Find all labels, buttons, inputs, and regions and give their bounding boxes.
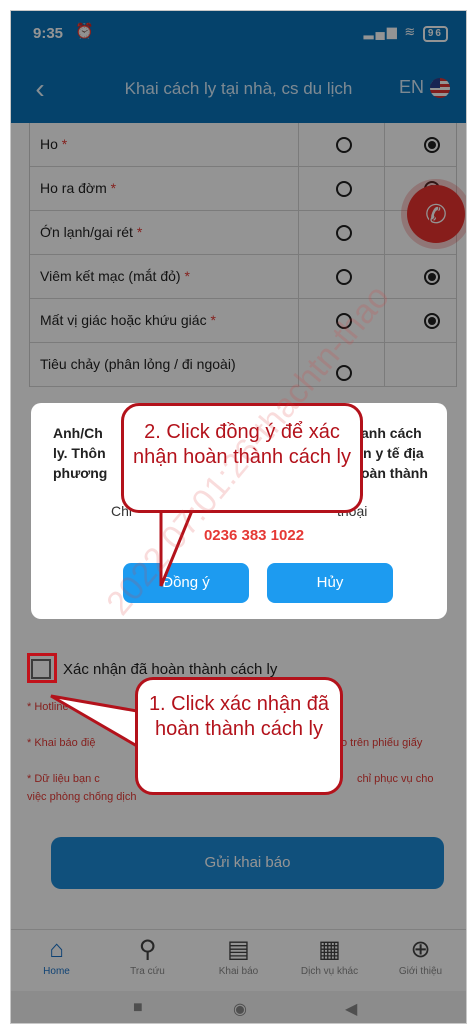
tutorial-callout-step1: 1. Click xác nhận đã hoàn thành cách ly xyxy=(135,677,343,795)
dialog-text: anh cách xyxy=(361,425,422,441)
phone-screen: 9:35 ⏰ ▂▄▆ ≋ 96 ‹ Khai cách ly tại nhà, … xyxy=(10,10,467,1024)
checkbox-highlight xyxy=(27,653,57,683)
dialog-text: ly. Thôn xyxy=(53,445,106,461)
hotline-number[interactable]: 0236 383 1022 xyxy=(31,527,447,544)
dialog-text: Anh/Ch xyxy=(53,425,103,441)
dialog-text: oàn thành xyxy=(361,465,428,481)
dialog-text: n y tế địa xyxy=(363,445,424,461)
dialog-text: phương xyxy=(53,465,108,481)
cancel-button[interactable]: Hủy xyxy=(267,563,393,603)
